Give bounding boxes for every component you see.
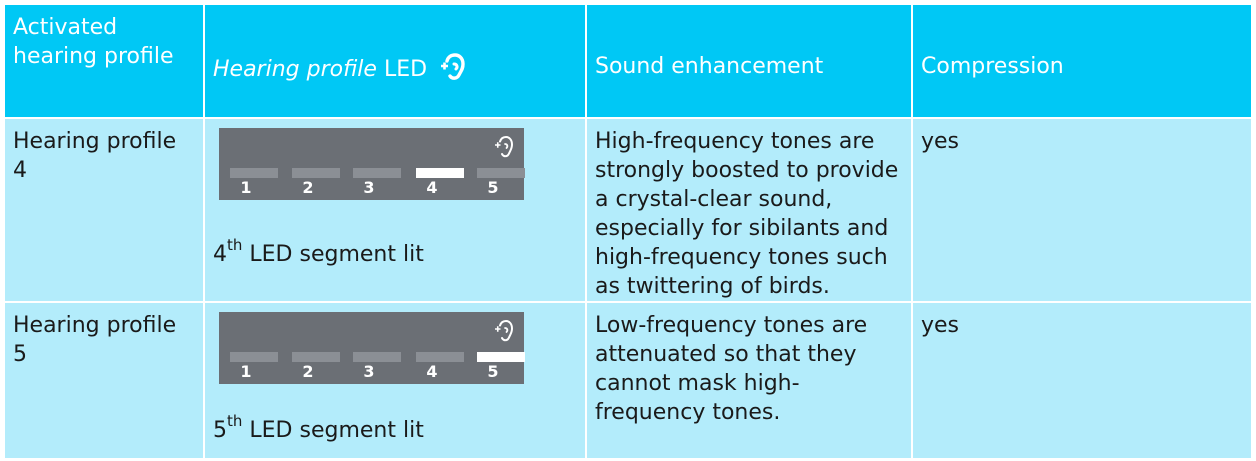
ear-plus-icon: [495, 135, 514, 158]
compression-cell: yes: [913, 303, 1251, 458]
lit-suffix: th: [227, 411, 243, 430]
led-number: 2: [302, 178, 314, 197]
led-number: 5: [487, 362, 499, 381]
table-row: Hearing profile 5 1 2 3 4 5 5th LED segm…: [5, 303, 1251, 458]
led-panel: 1 2 3 4 5: [219, 128, 525, 200]
header-sound-enhancement: Sound enhancement: [587, 5, 911, 117]
led-number: 5: [487, 178, 499, 197]
compression-cell: yes: [913, 119, 1251, 301]
profile-cell: Hearing profile 4: [5, 119, 203, 301]
led-segment-5: [477, 168, 525, 178]
led-cell: 1 2 3 4 5 4th LED segment lit: [205, 119, 585, 301]
led-panel: 1 2 3 4 5: [219, 312, 525, 384]
led-segment-4-lit: [416, 168, 464, 178]
led-cell: 1 2 3 4 5 5th LED segment lit: [205, 303, 585, 458]
led-segment-1: [230, 352, 278, 362]
led-segment-4: [416, 352, 464, 362]
led-number: 2: [302, 362, 314, 381]
ear-plus-icon: [441, 53, 465, 80]
led-number: 4: [426, 362, 438, 381]
profile-cell: Hearing profile 5: [5, 303, 203, 458]
led-number: 1: [240, 178, 252, 197]
led-segment-5-lit: [477, 352, 525, 362]
led-lit-caption: 5th LED segment lit: [213, 413, 424, 445]
header-activated-profile: Activated hearing profile: [5, 5, 203, 117]
header-led-rest: LED: [383, 57, 428, 82]
lit-text: LED segment lit: [249, 242, 424, 267]
ear-plus-icon: [495, 319, 514, 342]
table-header-row: Activated hearing profile Hearing profil…: [5, 5, 1251, 117]
enhancement-cell: Low-frequency tones are attenuated so th…: [587, 303, 911, 458]
led-segment-2: [292, 168, 340, 178]
led-segment-1: [230, 168, 278, 178]
table-row: Hearing profile 4 1 2 3 4 5 4th LED segm…: [5, 119, 1251, 301]
enhancement-cell: High-frequency tones are strongly booste…: [587, 119, 911, 301]
lit-ordinal: 5: [213, 418, 227, 443]
led-number: 3: [363, 362, 375, 381]
led-number: 3: [363, 178, 375, 197]
led-segment-3: [353, 168, 401, 178]
lit-ordinal: 4: [213, 242, 227, 267]
led-segment-2: [292, 352, 340, 362]
header-compression: Compression: [913, 5, 1251, 117]
led-lit-caption: 4th LED segment lit: [213, 237, 424, 269]
led-number: 1: [240, 362, 252, 381]
hearing-profile-table: Activated hearing profile Hearing profil…: [5, 5, 1251, 458]
lit-text: LED segment lit: [249, 418, 424, 443]
lit-suffix: th: [227, 235, 243, 254]
header-led-italic: Hearing profile: [213, 57, 377, 82]
header-led: Hearing profile LED: [205, 5, 585, 117]
led-segment-3: [353, 352, 401, 362]
led-number: 4: [426, 178, 438, 197]
